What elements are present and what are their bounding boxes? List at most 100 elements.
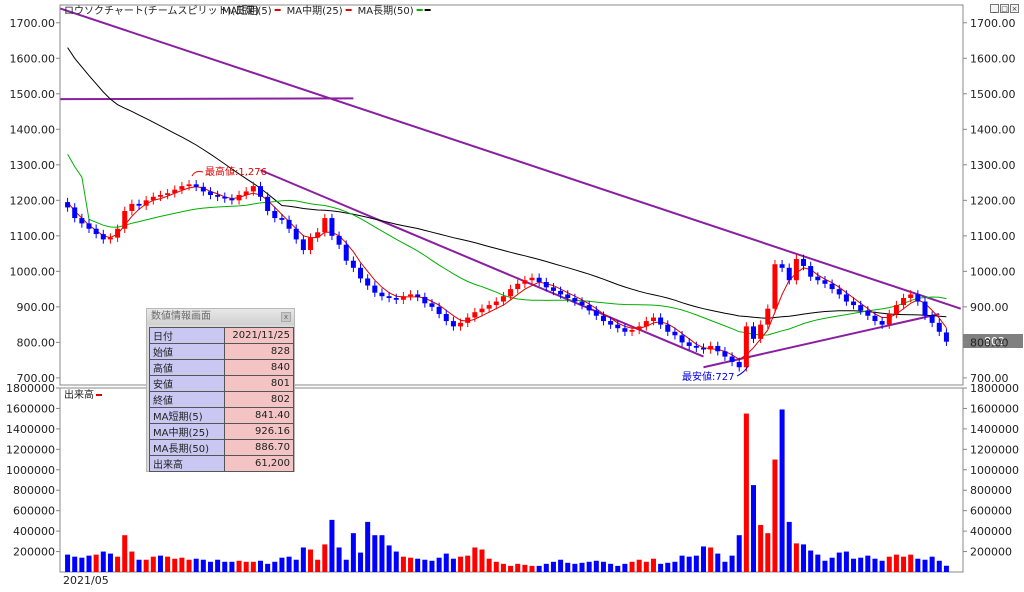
volume-bar xyxy=(293,559,299,572)
info-key: 出来高 xyxy=(148,455,226,472)
volume-bar xyxy=(465,555,471,572)
info-row: MA短期(5) 841.40 xyxy=(148,407,294,424)
candle-body xyxy=(929,315,935,323)
ma-legend-label: MA長期(50) xyxy=(358,5,414,17)
price-tick-label: 800.00 xyxy=(970,336,1009,349)
volume-bar xyxy=(372,535,378,572)
volume-bar xyxy=(901,556,907,572)
candle-body xyxy=(272,210,278,219)
volume-bar xyxy=(436,557,442,572)
info-row: 出来高 61,200 xyxy=(148,455,294,472)
volume-legend-swatch xyxy=(96,394,102,396)
minimize-button[interactable]: _ xyxy=(990,4,999,13)
volume-bar xyxy=(286,556,292,572)
candle-body xyxy=(479,308,485,313)
volume-bar xyxy=(822,560,828,572)
candle-body xyxy=(300,239,306,251)
volume-bar xyxy=(929,556,935,572)
chart-svg: 802 700.00800.00900.001000.001100.001200… xyxy=(6,4,1023,587)
volume-bar xyxy=(300,547,306,572)
candle-body xyxy=(472,312,478,318)
info-row: MA長期(50) 886.70 xyxy=(148,439,294,456)
restore-button[interactable]: □ xyxy=(1000,4,1009,13)
volume-bar xyxy=(629,561,635,572)
volume-tick-label: 400000 xyxy=(970,525,1012,538)
volume-bar xyxy=(207,561,213,572)
price-tick-label: 1600.00 xyxy=(970,52,1016,65)
price-tick-label: 1400.00 xyxy=(970,123,1016,136)
candle-body xyxy=(615,324,621,329)
candle-body xyxy=(450,321,456,327)
candle-body xyxy=(543,282,549,288)
ma-legend-swatch xyxy=(416,9,423,11)
candle-body xyxy=(593,310,599,316)
candle-body xyxy=(358,267,364,279)
volume-bar xyxy=(529,565,535,572)
candle-body xyxy=(693,345,699,348)
volume-bar xyxy=(72,556,78,572)
volume-bar xyxy=(751,485,757,572)
candle-body xyxy=(107,237,113,240)
candle-body xyxy=(322,218,328,233)
candle-body xyxy=(415,294,421,297)
volume-bar xyxy=(558,559,564,572)
candle-body xyxy=(79,218,85,224)
price-ticks-right: 700.00800.00900.001000.001100.001200.001… xyxy=(963,17,1016,385)
candle-body xyxy=(65,202,71,208)
info-row: 終値 802 xyxy=(148,391,294,408)
ma-legend: MA短期(5) MA中期(25) MA長期(50) xyxy=(222,4,431,17)
candle-body xyxy=(379,292,385,297)
candle-body xyxy=(315,232,321,238)
candle-body xyxy=(779,264,785,268)
info-panel[interactable]: 数値情報画面 x 日付 2021/11/25 始値 828 高値 840 安値 801 … xyxy=(146,308,295,472)
candle-body xyxy=(508,289,514,297)
volume-tick-label: 1200000 xyxy=(970,443,1019,456)
candle-body xyxy=(436,306,442,314)
ma-legend-swatch xyxy=(424,9,431,11)
info-value: 61,200 xyxy=(224,455,294,472)
candle-body xyxy=(336,235,342,245)
volume-bar xyxy=(322,544,328,572)
volume-bar xyxy=(636,559,642,572)
volume-bar xyxy=(686,556,692,572)
candle-body xyxy=(829,283,835,290)
volume-bar xyxy=(743,413,749,572)
candle-body xyxy=(700,347,706,350)
volume-bar xyxy=(336,547,342,572)
volume-bar xyxy=(379,535,385,572)
info-panel-title: 数値情報画面 x xyxy=(147,309,294,325)
volume-bar xyxy=(522,564,528,572)
close-button[interactable]: × xyxy=(1010,4,1019,13)
volume-bar xyxy=(665,562,671,572)
volume-bar xyxy=(801,544,807,572)
info-value: 840 xyxy=(224,359,294,376)
price-tick-label: 1700.00 xyxy=(10,17,56,30)
volume-bar xyxy=(222,561,228,572)
volume-tick-label: 1000000 xyxy=(970,464,1019,477)
volume-tick-label: 1400000 xyxy=(6,423,55,436)
candle-body xyxy=(165,193,171,195)
info-panel-close-button[interactable]: x xyxy=(281,312,291,322)
volume-bar xyxy=(257,560,263,572)
volume-bar xyxy=(243,561,249,572)
info-table: 日付 2021/11/25 始値 828 高値 840 安値 801 終値 802 MA短… xyxy=(148,327,294,472)
info-value: 886.70 xyxy=(224,439,294,456)
volume-bar xyxy=(493,561,499,572)
volume-tick-label: 1800000 xyxy=(970,382,1019,395)
volume-bar xyxy=(107,553,113,572)
candle-body xyxy=(722,351,728,357)
price-tick-label: 800.00 xyxy=(17,336,56,349)
candle-body xyxy=(515,283,521,290)
price-tick-label: 1100.00 xyxy=(10,230,56,243)
candle-body xyxy=(493,301,499,306)
candle-body xyxy=(200,186,206,192)
volume-bar xyxy=(229,561,235,572)
volume-bar xyxy=(115,556,121,572)
price-tick-label: 900.00 xyxy=(17,301,56,314)
candle-body xyxy=(686,342,692,346)
candle-body xyxy=(715,345,721,352)
volume-bar xyxy=(543,563,549,572)
candle-body xyxy=(143,200,149,206)
volume-bar xyxy=(129,551,135,572)
candle-body xyxy=(772,264,778,309)
